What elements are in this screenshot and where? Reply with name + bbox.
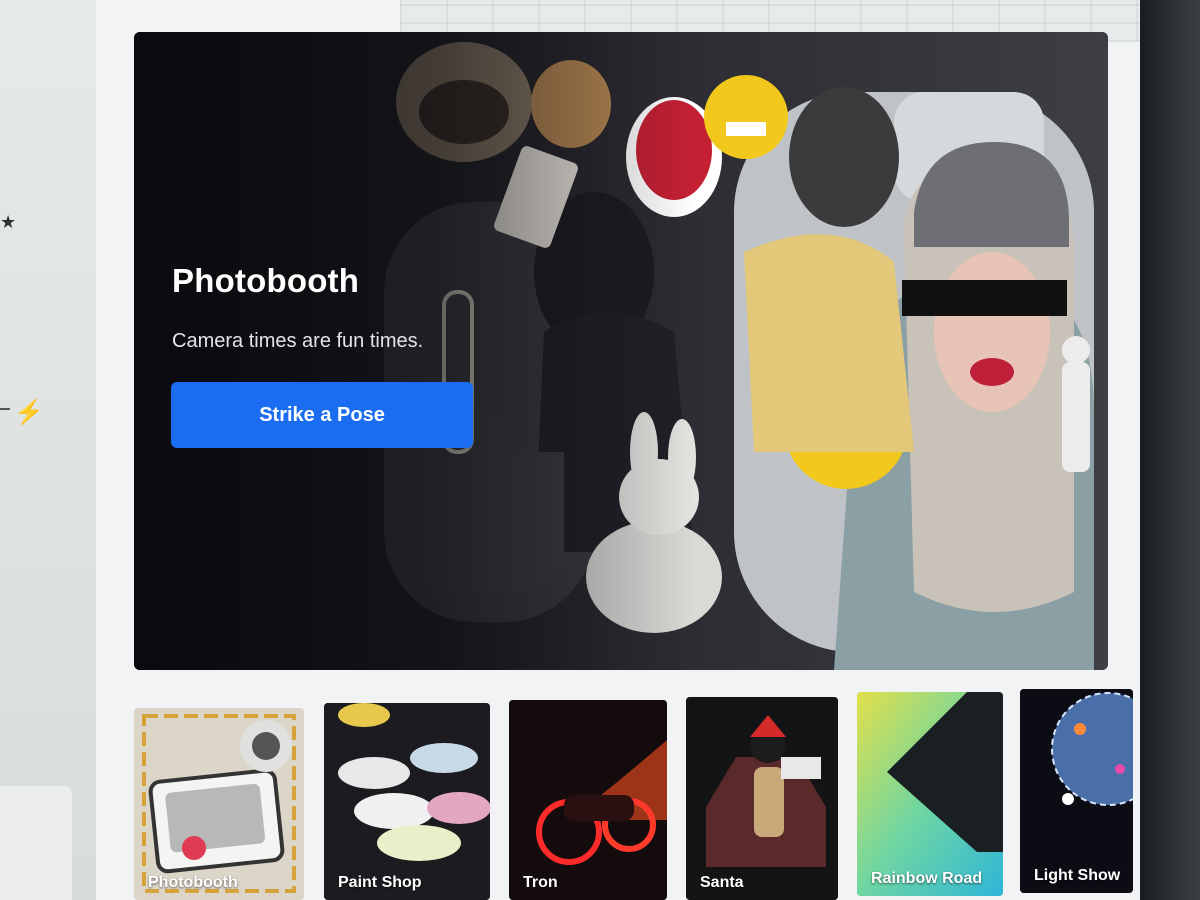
strike-a-pose-button[interactable]: Strike a Pose bbox=[171, 382, 473, 448]
card-tron[interactable]: Tron bbox=[509, 700, 667, 900]
card-photobooth[interactable]: Photobooth bbox=[134, 708, 304, 900]
dash-divider bbox=[0, 408, 10, 410]
card-thumbnail bbox=[1020, 689, 1133, 893]
card-label: Paint Shop bbox=[338, 874, 422, 891]
hero-banner: Photobooth Camera times are fun times. S… bbox=[134, 32, 1108, 670]
card-thumbnail bbox=[686, 697, 838, 900]
bolt-icon[interactable]: ⚡ bbox=[14, 398, 44, 427]
hero-title: Photobooth bbox=[172, 262, 360, 299]
card-label: Tron bbox=[523, 874, 558, 891]
card-label: Photobooth bbox=[148, 874, 238, 891]
card-label: Light Show bbox=[1034, 867, 1121, 884]
card-thumbnail bbox=[134, 708, 304, 900]
background-side-panel: ★ ⚡ bbox=[0, 0, 100, 900]
screen-bezel bbox=[1140, 0, 1200, 900]
card-label: Rainbow Road bbox=[871, 870, 983, 887]
card-santa[interactable]: Santa bbox=[686, 697, 838, 900]
hero-subtitle: Camera times are fun times. bbox=[172, 330, 424, 352]
card-rainbow-road[interactable]: Rainbow Road bbox=[857, 692, 1003, 896]
card-thumbnail bbox=[324, 703, 490, 900]
card-thumbnail bbox=[509, 700, 667, 900]
card-light-show[interactable]: Light Show bbox=[1020, 689, 1133, 893]
card-thumbnail bbox=[857, 692, 1003, 896]
star-icon[interactable]: ★ bbox=[0, 212, 16, 233]
card-paint-shop[interactable]: Paint Shop bbox=[324, 703, 490, 900]
side-card[interactable] bbox=[0, 786, 72, 900]
card-label: Santa bbox=[700, 874, 744, 891]
